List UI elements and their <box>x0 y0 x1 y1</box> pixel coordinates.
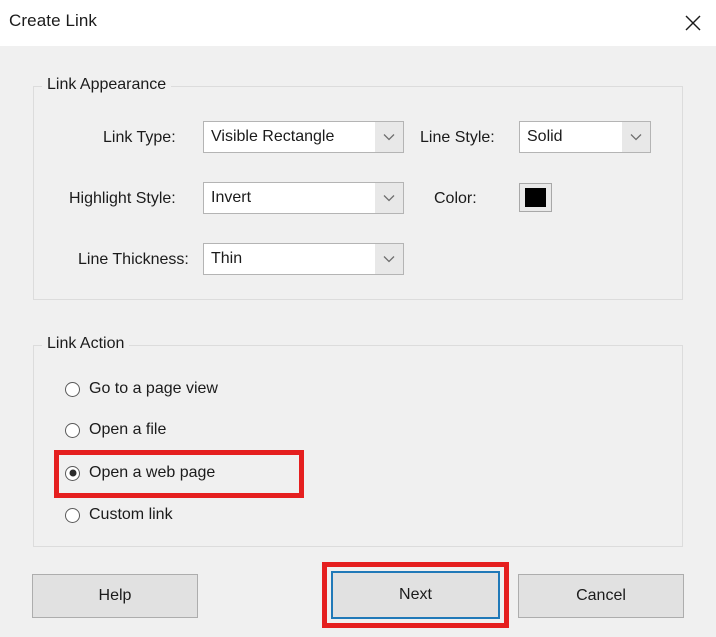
link-type-select[interactable]: Visible Rectangle <box>203 121 404 153</box>
line-thickness-value: Thin <box>204 244 375 274</box>
close-icon[interactable] <box>670 0 716 45</box>
line-style-select[interactable]: Solid <box>519 121 651 153</box>
line-thickness-label: Line Thickness: <box>78 251 189 268</box>
chevron-down-icon[interactable] <box>375 122 403 152</box>
radio-indicator-selected <box>65 465 80 481</box>
highlight-style-label: Highlight Style: <box>69 190 176 207</box>
chevron-down-icon[interactable] <box>622 122 650 152</box>
help-button[interactable]: Help <box>32 574 198 618</box>
radio-label: Open a web page <box>89 464 216 481</box>
next-button[interactable]: Next <box>331 571 500 619</box>
line-thickness-select[interactable]: Thin <box>203 243 404 275</box>
link-type-value: Visible Rectangle <box>204 122 375 152</box>
cancel-button-label: Cancel <box>576 587 626 604</box>
radio-label: Custom link <box>89 506 173 523</box>
radio-indicator <box>65 507 80 523</box>
radio-label: Open a file <box>89 421 167 438</box>
line-style-value: Solid <box>520 122 622 152</box>
highlight-style-select[interactable]: Invert <box>203 182 404 214</box>
chevron-down-icon[interactable] <box>375 183 403 213</box>
link-appearance-group-label: Link Appearance <box>42 76 172 94</box>
dialog-titlebar: Create Link <box>0 0 716 46</box>
radio-go-to-page-view[interactable]: Go to a page view <box>65 377 218 401</box>
cancel-button[interactable]: Cancel <box>518 574 684 618</box>
radio-indicator <box>65 422 80 438</box>
link-type-label: Link Type: <box>103 129 176 146</box>
help-button-label: Help <box>98 587 132 604</box>
color-swatch-button[interactable] <box>519 183 552 212</box>
radio-indicator <box>65 381 80 397</box>
link-action-group-label: Link Action <box>42 335 130 353</box>
radio-custom-link[interactable]: Custom link <box>65 503 173 527</box>
chevron-down-icon[interactable] <box>375 244 403 274</box>
create-link-dialog: Create Link Link Appearance Link Type: V… <box>0 0 716 637</box>
radio-label: Go to a page view <box>89 380 218 397</box>
highlight-style-value: Invert <box>204 183 375 213</box>
radio-open-a-file[interactable]: Open a file <box>65 418 166 442</box>
line-style-label: Line Style: <box>420 129 495 146</box>
dialog-title: Create Link <box>9 11 98 30</box>
radio-open-a-web-page[interactable]: Open a web page <box>65 461 215 485</box>
next-button-label: Next <box>399 586 432 603</box>
color-label: Color: <box>434 190 477 207</box>
color-swatch <box>525 188 546 207</box>
